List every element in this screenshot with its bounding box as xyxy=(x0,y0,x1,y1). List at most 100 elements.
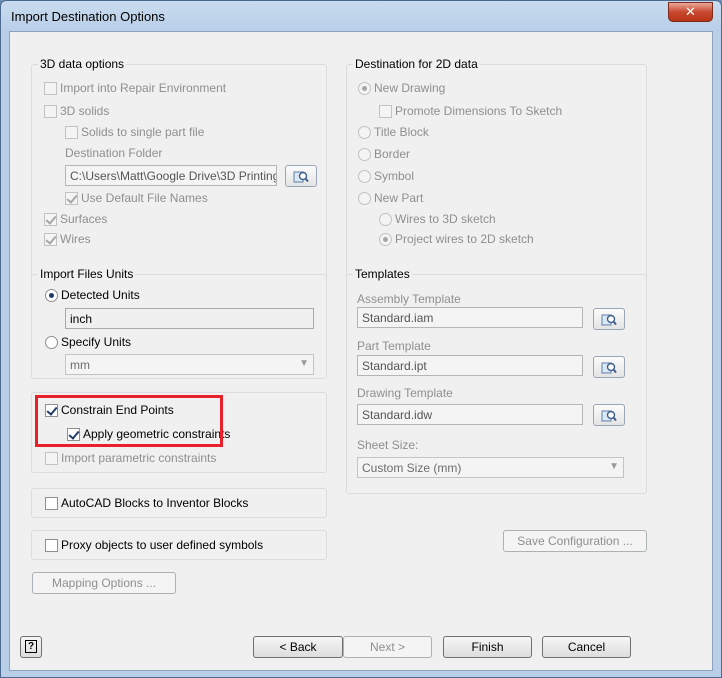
checkbox-box[interactable] xyxy=(45,538,58,552)
checkbox-box[interactable] xyxy=(44,232,57,246)
browse-folder-icon xyxy=(601,314,617,326)
sheet-size-label: Sheet Size: xyxy=(357,438,418,452)
checkbox-label: Wires xyxy=(60,232,91,246)
group-autocad-blocks: AutoCAD Blocks to Inventor Blocks xyxy=(31,488,327,518)
help-button[interactable]: ? xyxy=(20,636,42,658)
checkbox-box[interactable] xyxy=(44,212,57,226)
mapping-options-button[interactable]: Mapping Options ... xyxy=(32,572,176,594)
group-import-files-units: Import Files Units Detected Units inch S… xyxy=(31,267,327,379)
radio-circle[interactable] xyxy=(45,288,58,302)
checkbox-label: Import into Repair Environment xyxy=(60,81,227,95)
save-configuration-button[interactable]: Save Configuration ... xyxy=(503,530,647,552)
checkbox-box[interactable] xyxy=(45,451,58,465)
drawing-template-label: Drawing Template xyxy=(357,386,453,400)
radio-detected-units[interactable]: Detected Units xyxy=(45,288,140,302)
radio-circle[interactable] xyxy=(358,125,371,139)
group-3d-data-options: 3D data options Import into Repair Envir… xyxy=(31,57,327,293)
checkbox-3d-solids[interactable]: 3D solids xyxy=(44,104,109,118)
checkbox-label: AutoCAD Blocks to Inventor Blocks xyxy=(61,496,249,510)
close-icon: ✕ xyxy=(685,4,696,19)
radio-label: Title Block xyxy=(374,125,429,139)
checkbox-autocad-blocks[interactable]: AutoCAD Blocks to Inventor Blocks xyxy=(45,496,248,510)
checkbox-import-repair-env[interactable]: Import into Repair Environment xyxy=(44,81,226,95)
finish-button[interactable]: Finish xyxy=(443,636,532,658)
browse-folder-icon xyxy=(601,362,617,374)
radio-label: Project wires to 2D sketch xyxy=(395,232,534,246)
drawing-template-browse-button[interactable] xyxy=(593,404,625,426)
browse-folder-icon xyxy=(293,171,309,183)
radio-new-part[interactable]: New Part xyxy=(358,191,423,205)
checkbox-promote-dimensions[interactable]: Promote Dimensions To Sketch xyxy=(379,104,562,118)
assembly-template-label: Assembly Template xyxy=(357,292,461,306)
part-template-browse-button[interactable] xyxy=(593,356,625,378)
radio-label: Border xyxy=(374,147,411,161)
red-highlight-box xyxy=(35,395,223,447)
close-button[interactable]: ✕ xyxy=(668,2,713,22)
sheet-size-value: Custom Size (mm) xyxy=(362,461,462,475)
checkbox-box[interactable] xyxy=(65,125,78,139)
radio-label: New Part xyxy=(374,191,424,205)
checkbox-label: Surfaces xyxy=(60,212,108,226)
destination-folder-input[interactable]: C:\Users\Matt\Google Drive\3D Printing\P… xyxy=(65,165,277,186)
radio-project-wires-2d-sketch[interactable]: Project wires to 2D sketch xyxy=(379,232,534,246)
dialog-client-area: 3D data options Import into Repair Envir… xyxy=(9,31,713,671)
radio-label: Symbol xyxy=(374,169,415,183)
radio-circle[interactable] xyxy=(45,335,58,349)
sheet-size-dropdown[interactable]: Custom Size (mm) ▼ xyxy=(357,457,624,478)
radio-circle[interactable] xyxy=(379,212,392,226)
radio-symbol[interactable]: Symbol xyxy=(358,169,414,183)
specify-units-dropdown[interactable]: mm ▼ xyxy=(65,354,314,375)
cancel-button[interactable]: Cancel xyxy=(542,636,631,658)
radio-circle[interactable] xyxy=(358,147,371,161)
checkbox-box[interactable] xyxy=(379,104,392,118)
radio-circle[interactable] xyxy=(358,81,371,95)
part-template-label-text: Part Template xyxy=(357,339,431,353)
group-proxy-objects: Proxy objects to user defined symbols xyxy=(31,530,327,560)
checkbox-box[interactable] xyxy=(44,104,57,118)
group-destination-2d-data: Destination for 2D data New Drawing Prom… xyxy=(346,57,647,293)
radio-wires-3d-sketch[interactable]: Wires to 3D sketch xyxy=(379,212,496,226)
next-button[interactable]: Next > xyxy=(343,636,432,658)
radio-label: New Drawing xyxy=(374,81,446,95)
group-3d-data-options-legend: 3D data options xyxy=(38,57,127,71)
window-title: Import Destination Options xyxy=(11,9,165,24)
radio-circle[interactable] xyxy=(358,191,371,205)
drawing-template-label-text: Drawing Template xyxy=(357,386,453,400)
checkbox-box[interactable] xyxy=(65,191,78,205)
checkbox-proxy-objects[interactable]: Proxy objects to user defined symbols xyxy=(45,538,263,552)
radio-specify-units[interactable]: Specify Units xyxy=(45,335,131,349)
chevron-down-icon: ▼ xyxy=(609,461,619,472)
back-button[interactable]: < Back xyxy=(253,636,343,658)
checkbox-solids-single-part[interactable]: Solids to single part file xyxy=(65,125,204,139)
checkbox-use-default-file-names[interactable]: Use Default File Names xyxy=(65,191,208,205)
part-template-label: Part Template xyxy=(357,339,431,353)
checkbox-label: Use Default File Names xyxy=(81,191,208,205)
radio-new-drawing[interactable]: New Drawing xyxy=(358,81,445,95)
radio-circle[interactable] xyxy=(358,169,371,183)
checkbox-import-parametric-constraints[interactable]: Import parametric constraints xyxy=(45,451,216,465)
radio-label: Specify Units xyxy=(61,335,132,349)
checkbox-label: Solids to single part file xyxy=(81,125,205,139)
checkbox-surfaces[interactable]: Surfaces xyxy=(44,212,107,226)
destination-folder-label-text: Destination Folder xyxy=(65,146,163,160)
title-bar[interactable]: Import Destination Options ✕ xyxy=(1,1,721,31)
assembly-template-input[interactable]: Standard.iam xyxy=(357,307,583,328)
detected-units-value: inch xyxy=(65,308,314,329)
radio-title-block[interactable]: Title Block xyxy=(358,125,429,139)
checkbox-wires[interactable]: Wires xyxy=(44,232,91,246)
browse-folder-icon xyxy=(601,410,617,422)
radio-label: Wires to 3D sketch xyxy=(395,212,496,226)
part-template-input[interactable]: Standard.ipt xyxy=(357,355,583,376)
checkbox-label: 3D solids xyxy=(60,104,110,118)
checkbox-box[interactable] xyxy=(44,81,57,95)
checkbox-box[interactable] xyxy=(45,496,58,510)
destination-folder-browse-button[interactable] xyxy=(285,165,317,187)
import-destination-options-dialog: Import Destination Options ✕ 3D data opt… xyxy=(0,0,722,678)
radio-border[interactable]: Border xyxy=(358,147,410,161)
radio-circle[interactable] xyxy=(379,232,392,246)
specify-units-value: mm xyxy=(70,358,90,372)
chevron-down-icon: ▼ xyxy=(299,358,309,369)
assembly-template-browse-button[interactable] xyxy=(593,308,625,330)
drawing-template-input[interactable]: Standard.idw xyxy=(357,404,583,425)
group-import-files-units-legend: Import Files Units xyxy=(38,267,136,281)
